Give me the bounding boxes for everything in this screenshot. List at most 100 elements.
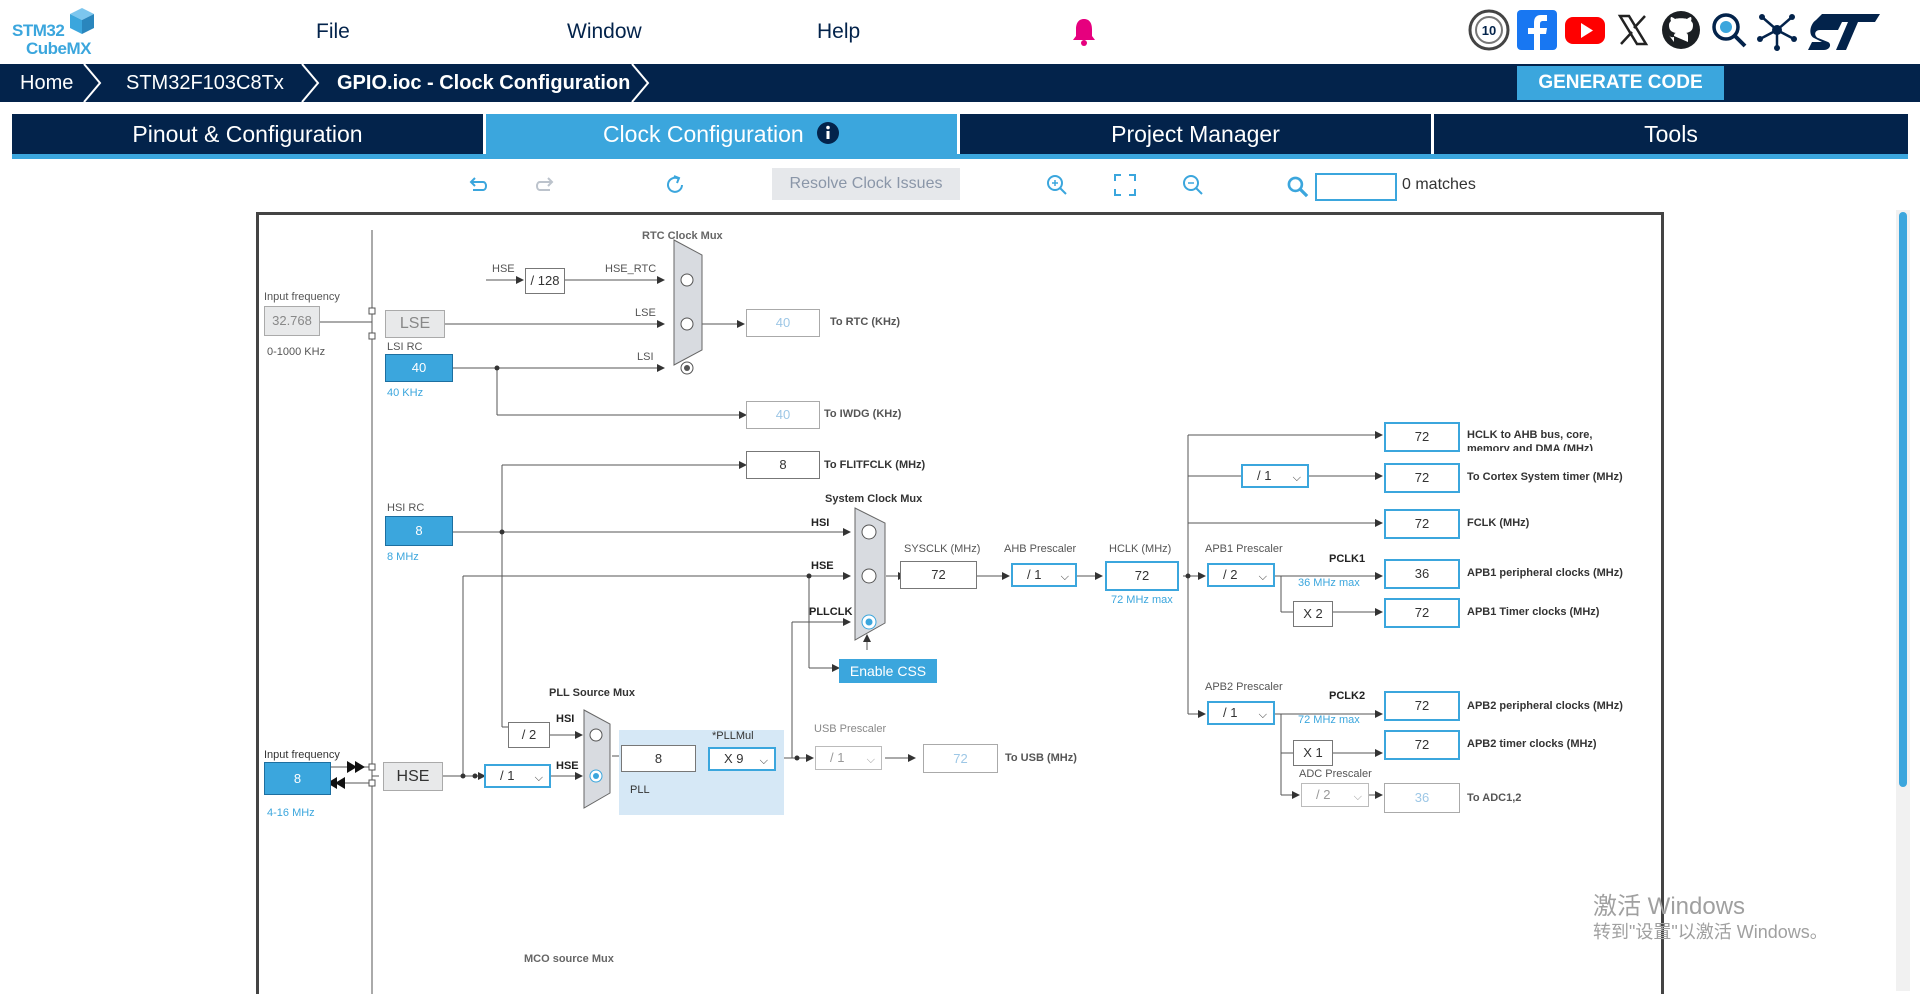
out-fclk-value[interactable]: 72 — [1384, 509, 1460, 539]
tab-clock-configuration-label: Clock Configuration — [602, 121, 804, 147]
bell-icon[interactable] — [1071, 16, 1097, 46]
mco-source-mux-title: MCO source Mux — [524, 953, 614, 965]
out-adc-label: To ADC1,2 — [1467, 792, 1522, 804]
tab-clock-configuration[interactable]: Clock Configuration — [486, 114, 957, 154]
adc-prescaler-value: / 2 — [1316, 787, 1331, 802]
info-icon[interactable] — [816, 121, 840, 145]
st-logo-icon[interactable] — [1806, 12, 1882, 52]
youtube-icon[interactable] — [1564, 9, 1606, 51]
tab-project-manager[interactable]: Project Manager — [960, 114, 1431, 154]
breadcrumb-separator-icon — [83, 64, 102, 102]
reset-icon[interactable] — [662, 172, 688, 198]
apb2-prescaler-label: APB2 Prescaler — [1205, 681, 1283, 693]
community-search-icon[interactable] — [1708, 9, 1750, 51]
to-rtc-value: 40 — [746, 309, 820, 337]
x-twitter-icon[interactable] — [1612, 9, 1654, 51]
hsi-rc-label: HSI RC — [387, 502, 425, 514]
apb2-timer-multiplier: X 1 — [1293, 740, 1333, 766]
search-input[interactable] — [1315, 173, 1397, 201]
pll-mux-radio-hsi[interactable] — [589, 728, 603, 742]
out-apb2-timer-value[interactable]: 72 — [1384, 730, 1460, 760]
pll-hse-label: HSE — [556, 760, 579, 772]
usb-output-value: 72 — [923, 744, 998, 773]
apb1-prescaler-label: APB1 Prescaler — [1205, 543, 1283, 555]
windows-activation-watermark-title: 激活 Windows — [1593, 893, 1746, 920]
pll-hsi-label: HSI — [556, 713, 575, 725]
chevron-down-icon: ⌵ — [866, 754, 875, 766]
sys-mux-radio-hse[interactable] — [861, 568, 877, 584]
chevron-down-icon: ⌵ — [1292, 472, 1301, 484]
sys-mux-radio-hsi[interactable] — [861, 524, 877, 540]
out-hclk-label-line1: HCLK to AHB bus, core, — [1467, 429, 1593, 441]
cortex-timer-divider-select[interactable]: / 1 ⌵ — [1241, 464, 1309, 488]
tenth-anniversary-badge-icon[interactable]: 10 — [1468, 9, 1510, 51]
to-iwdg-label: To IWDG (KHz) — [824, 408, 902, 420]
flitfclk-label: To FLITFCLK (MHz) — [824, 459, 926, 471]
out-hclk-value[interactable]: 72 — [1384, 422, 1460, 452]
out-cortex-label: To Cortex System timer (MHz) — [1467, 471, 1623, 483]
adc-prescaler-select[interactable]: / 2 ⌵ — [1301, 783, 1369, 807]
sysclk-value[interactable]: 72 — [900, 561, 977, 589]
ahb-prescaler-value: / 1 — [1027, 567, 1042, 582]
lsi-label: LSI — [637, 351, 654, 363]
out-apb1-peripheral-value[interactable]: 36 — [1384, 559, 1460, 589]
generate-code-button[interactable]: GENERATE CODE — [1517, 66, 1724, 100]
to-iwdg-value: 40 — [746, 401, 820, 429]
tab-underline — [12, 154, 1908, 159]
out-cortex-value[interactable]: 72 — [1384, 463, 1460, 493]
to-rtc-label: To RTC (KHz) — [830, 316, 901, 328]
lsi-frequency: 40 KHz — [387, 387, 424, 399]
rtc-mux-radio-hse[interactable] — [680, 273, 694, 287]
rtc-clock-mux-title: RTC Clock Mux — [642, 230, 723, 242]
pll-source-mux — [583, 709, 611, 809]
enable-css-button[interactable]: Enable CSS — [839, 659, 937, 683]
ahb-prescaler-label: AHB Prescaler — [1004, 543, 1077, 555]
zoom-out-icon[interactable] — [1180, 172, 1206, 198]
out-apb1-timer-value[interactable]: 72 — [1384, 598, 1460, 628]
tab-tools[interactable]: Tools — [1434, 114, 1908, 154]
resolve-clock-issues-button[interactable]: Resolve Clock Issues — [772, 168, 960, 200]
out-fclk-label: FCLK (MHz) — [1467, 517, 1530, 529]
apb1-prescaler-select[interactable]: / 2 ⌵ — [1207, 563, 1275, 587]
hclk-value[interactable]: 72 — [1105, 561, 1179, 591]
svg-text:10: 10 — [1482, 23, 1496, 38]
redo-icon[interactable] — [532, 172, 558, 198]
pll-block — [619, 730, 784, 815]
chevron-down-icon: ⌵ — [759, 755, 768, 767]
ahb-prescaler-select[interactable]: / 1 ⌵ — [1011, 563, 1077, 587]
apb2-prescaler-select[interactable]: / 1 ⌵ — [1207, 701, 1275, 725]
facebook-icon[interactable] — [1516, 9, 1558, 51]
network-icon[interactable] — [1756, 9, 1798, 51]
usb-prescaler-select[interactable]: / 1 ⌵ — [815, 746, 882, 770]
hsi-label: HSI — [811, 517, 830, 529]
pclk2-label: PCLK2 — [1329, 690, 1366, 702]
fit-to-screen-icon[interactable] — [1112, 172, 1138, 198]
lsi-rc-value: 40 — [385, 354, 453, 382]
menu-file[interactable]: File — [316, 20, 350, 44]
lse-input-frequency[interactable]: 32.768 — [264, 306, 320, 336]
lsi-rc-label: LSI RC — [387, 341, 423, 353]
undo-icon[interactable] — [465, 172, 491, 198]
vertical-scrollbar-thumb[interactable] — [1899, 212, 1907, 787]
tab-pinout-configuration[interactable]: Pinout & Configuration — [12, 114, 483, 154]
hclk-label: HCLK (MHz) — [1109, 543, 1172, 555]
out-hclk-label: HCLK to AHB bus, core, memory and DMA (M… — [1467, 428, 1593, 451]
clock-tree-canvas: Input frequency 32.768 0-1000 KHz LSE LS… — [256, 212, 1664, 994]
breadcrumb-mcu[interactable]: STM32F103C8Tx — [126, 64, 284, 102]
github-icon[interactable] — [1660, 9, 1702, 51]
menu-help[interactable]: Help — [817, 20, 860, 44]
menu-window[interactable]: Window — [567, 20, 642, 44]
rtc-mux-radio-lse[interactable] — [680, 317, 694, 331]
rtc-clock-mux — [673, 239, 703, 366]
stm32cubemx-logo[interactable]: STM32 CubeMX — [8, 4, 100, 60]
apb2-prescaler-value: / 1 — [1223, 705, 1238, 720]
system-clock-mux-title: System Clock Mux — [825, 493, 923, 505]
pllmul-select[interactable]: X 9 ⌵ — [708, 747, 776, 771]
hse-input-frequency[interactable]: 8 — [264, 762, 331, 795]
zoom-in-icon[interactable] — [1044, 172, 1070, 198]
lse-oscillator: LSE — [385, 310, 445, 338]
breadcrumb-home[interactable]: Home — [20, 64, 73, 102]
out-apb2-peripheral-value[interactable]: 72 — [1384, 691, 1460, 721]
hse-pll-divider-select[interactable]: / 1 ⌵ — [484, 764, 551, 788]
lse-input-frequency-label: Input frequency — [264, 291, 340, 303]
